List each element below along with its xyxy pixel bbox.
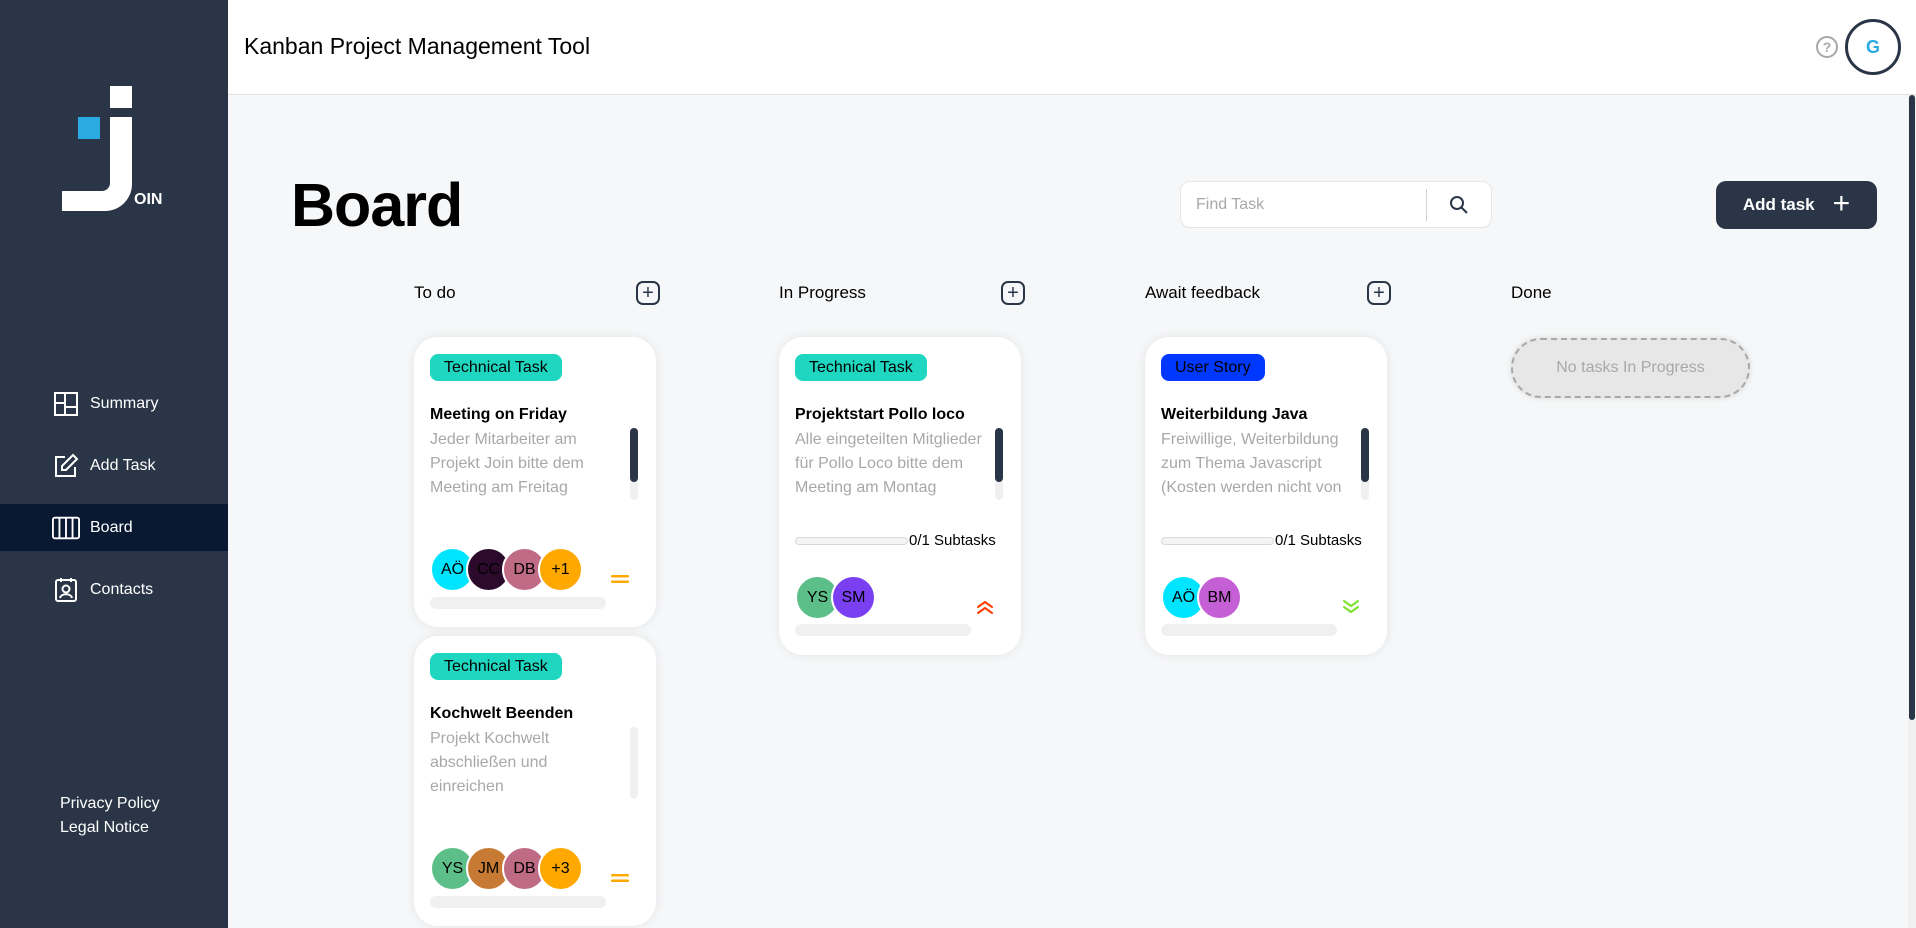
sidebar-item-summary[interactable]: Summary — [0, 380, 228, 427]
search-input[interactable] — [1181, 189, 1426, 220]
user-avatar[interactable]: G — [1845, 19, 1901, 75]
sidebar-item-board[interactable]: Board — [0, 504, 228, 551]
priority-low-icon — [1341, 597, 1361, 617]
plus-icon: + — [1832, 186, 1851, 220]
category-badge: Technical Task — [430, 354, 562, 381]
task-card[interactable]: Technical Task Meeting on Friday Jeder M… — [414, 337, 656, 627]
sidebar-item-label: Add Task — [90, 456, 156, 474]
task-card[interactable]: Technical Task Projektstart Pollo loco A… — [779, 337, 1021, 655]
sidebar-footer: Privacy Policy Legal Notice — [60, 792, 160, 840]
avatar: SM — [831, 575, 876, 620]
task-description: Freiwillige, Weiterbildung zum Thema Jav… — [1161, 431, 1342, 496]
page-title: Board — [291, 171, 463, 239]
task-card[interactable]: Technical Task Kochwelt Beenden Projekt … — [414, 636, 656, 926]
task-title: Kochwelt Beenden — [430, 705, 574, 722]
assignee-list: AÖ CC DB +1 — [430, 547, 583, 592]
subtask-count: 0/1 Subtasks — [1275, 532, 1362, 549]
help-icon[interactable]: ? — [1816, 36, 1838, 58]
board-icon — [52, 514, 80, 542]
assignee-scrollbar[interactable] — [795, 624, 971, 636]
logo-text: OIN — [134, 191, 162, 208]
description-scrollbar[interactable] — [630, 727, 638, 799]
edit-icon — [52, 452, 80, 480]
assignee-scrollbar[interactable] — [430, 896, 606, 908]
assignee-scrollbar[interactable] — [430, 597, 606, 609]
priority-medium-icon — [610, 569, 630, 589]
description-scrollbar[interactable] — [630, 428, 638, 500]
subtask-progress: 0/1 Subtasks — [795, 532, 996, 549]
progress-bar — [1161, 536, 1274, 545]
sidebar-item-add-task[interactable]: Add Task — [0, 442, 228, 489]
category-badge: User Story — [1161, 354, 1265, 381]
top-header: Kanban Project Management Tool ? G — [228, 0, 1916, 95]
task-title: Projektstart Pollo loco — [795, 406, 965, 423]
priority-urgent-icon — [975, 597, 995, 617]
header-title: Kanban Project Management Tool — [244, 33, 591, 59]
add-to-column-button[interactable]: + — [1367, 281, 1391, 305]
sidebar: OIN Summary Add Task Board Contacts Priv… — [0, 0, 228, 928]
add-to-column-button[interactable]: + — [636, 281, 660, 305]
sidebar-item-contacts[interactable]: Contacts — [0, 566, 228, 613]
category-badge: Technical Task — [795, 354, 927, 381]
join-logo[interactable]: OIN — [62, 86, 167, 211]
assignee-list: YS JM DB +3 — [430, 846, 583, 891]
column-title: Done — [1511, 283, 1552, 302]
search-bar — [1180, 181, 1492, 228]
sidebar-item-label: Contacts — [90, 580, 154, 598]
add-to-column-button[interactable]: + — [1001, 281, 1025, 305]
assignee-scrollbar[interactable] — [1161, 624, 1337, 636]
description-scrollbar[interactable] — [1361, 428, 1369, 500]
summary-icon — [52, 390, 80, 418]
column-header-done: Done — [1511, 283, 1757, 302]
add-task-label: Add task — [1742, 195, 1815, 214]
page-scrollbar[interactable] — [1908, 95, 1916, 928]
task-title: Weiterbildung Java — [1161, 406, 1308, 423]
sidebar-nav: Summary Add Task Board Contacts — [0, 380, 228, 628]
column-header-await-feedback: Await feedback + — [1145, 281, 1391, 305]
avatar: BM — [1197, 575, 1242, 620]
column-title: Await feedback — [1145, 283, 1260, 302]
column-title: In Progress — [779, 283, 866, 302]
avatar: +1 — [538, 547, 583, 592]
column-title: To do — [414, 283, 456, 302]
task-description: Alle eingeteilten Mitglieder für Pollo L… — [795, 431, 982, 496]
sidebar-item-label: Summary — [90, 394, 159, 412]
assignee-list: YS SM — [795, 575, 876, 620]
category-badge: Technical Task — [430, 653, 562, 680]
assignee-list: AÖ BM — [1161, 575, 1242, 620]
task-description: Projekt Kochwelt abschließen und einreic… — [430, 730, 550, 795]
description-scrollbar[interactable] — [995, 428, 1003, 500]
column-header-todo: To do + — [414, 281, 660, 305]
legal-notice-link[interactable]: Legal Notice — [60, 816, 160, 840]
priority-medium-icon — [610, 868, 630, 888]
search-icon[interactable] — [1427, 181, 1491, 228]
subtask-count: 0/1 Subtasks — [909, 532, 996, 549]
task-description: Jeder Mitarbeiter am Projekt Join bitte … — [430, 431, 584, 496]
add-task-button[interactable]: Add task + — [1716, 181, 1877, 229]
avatar: +3 — [538, 846, 583, 891]
contacts-icon — [52, 576, 80, 604]
task-card[interactable]: User Story Weiterbildung Java Freiwillig… — [1145, 337, 1387, 655]
subtask-progress: 0/1 Subtasks — [1161, 532, 1362, 549]
progress-bar — [795, 536, 908, 545]
task-title: Meeting on Friday — [430, 406, 567, 423]
scrollbar-thumb[interactable] — [1909, 95, 1915, 720]
privacy-policy-link[interactable]: Privacy Policy — [60, 792, 160, 816]
empty-column-placeholder: No tasks In Progress — [1511, 338, 1750, 398]
sidebar-item-label: Board — [90, 518, 133, 536]
column-header-in-progress: In Progress + — [779, 281, 1025, 305]
